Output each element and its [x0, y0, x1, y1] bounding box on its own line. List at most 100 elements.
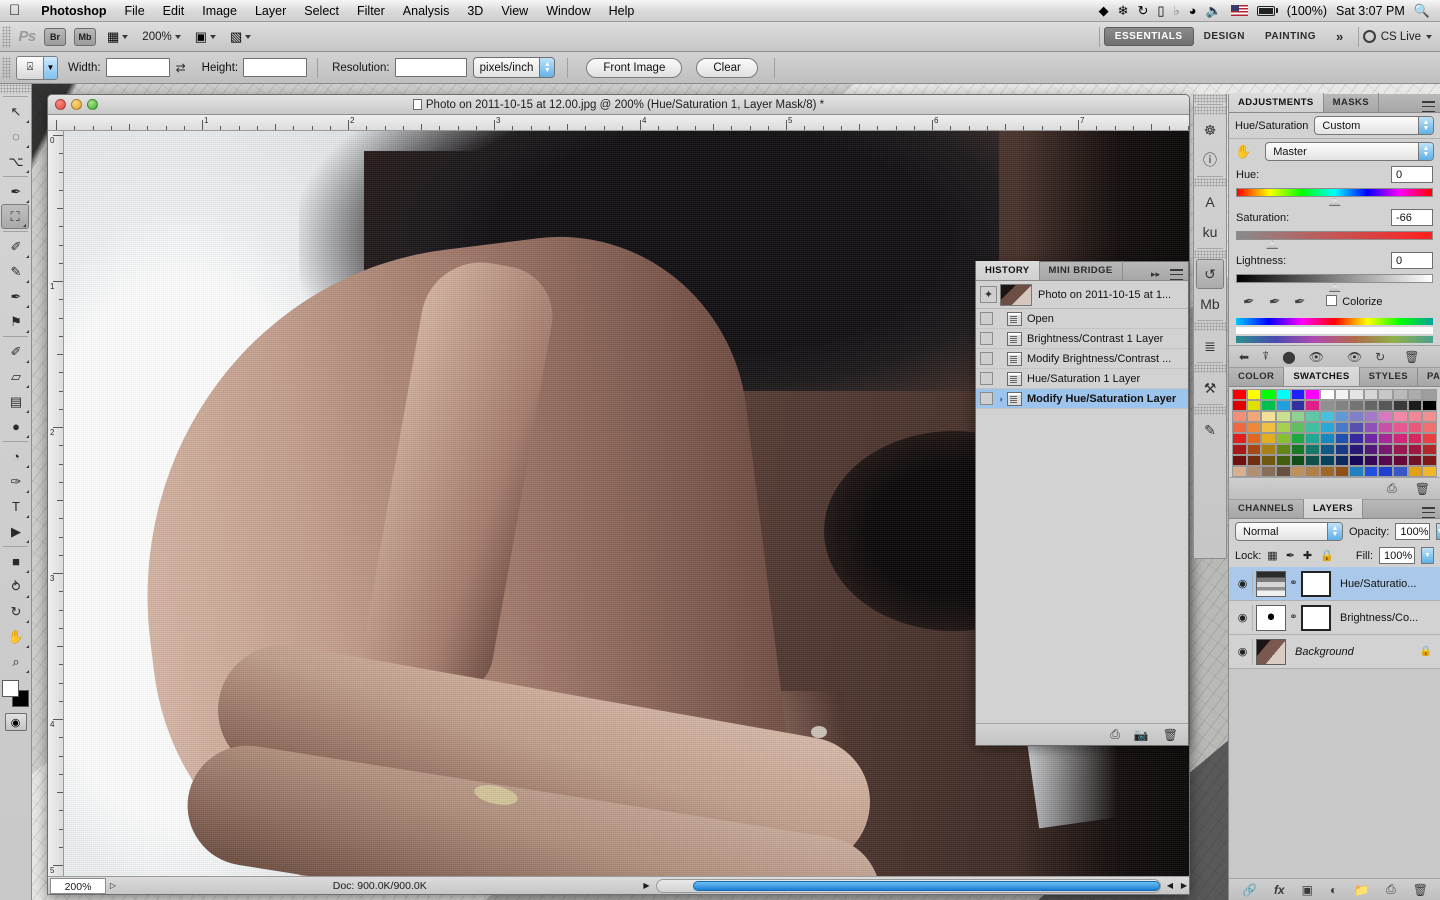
horizontal-ruler[interactable]: 12345678 — [48, 115, 1189, 131]
swatch-cell[interactable] — [1334, 411, 1350, 422]
cs-live-button[interactable]: CS Live — [1362, 30, 1440, 43]
menu-select[interactable]: Select — [295, 4, 348, 18]
crop-tool[interactable]: ⛶ — [1, 204, 29, 229]
swatch-cell[interactable] — [1349, 422, 1364, 433]
lock-transparency-icon[interactable]: ▦ — [1267, 549, 1277, 562]
fill-dropdown-icon[interactable]: ▼ — [1421, 547, 1434, 564]
swatch-cell[interactable] — [1422, 455, 1437, 466]
menu-filter[interactable]: Filter — [348, 4, 394, 18]
swatch-cell[interactable] — [1422, 433, 1437, 444]
kuler-icon[interactable]: ku — [1194, 217, 1226, 247]
swatch-cell[interactable] — [1246, 444, 1262, 455]
swatch-cell[interactable] — [1393, 411, 1408, 422]
history-brush-source-checkbox[interactable] — [980, 352, 993, 365]
layer-name-label[interactable]: Hue/Saturatio... — [1334, 578, 1436, 590]
foreground-color-swatch[interactable] — [2, 680, 19, 697]
tab-history[interactable]: HISTORY — [976, 261, 1040, 280]
tab-color[interactable]: COLOR — [1229, 367, 1285, 386]
swatch-cell[interactable] — [1407, 389, 1423, 400]
menu-file[interactable]: File — [116, 4, 154, 18]
lock-all-icon[interactable]: 🔒 — [1320, 549, 1334, 562]
horizontal-scrollbar[interactable] — [655, 878, 1161, 893]
appbar-grip[interactable] — [2, 25, 11, 48]
opacity-value-input[interactable]: 100% — [1395, 523, 1430, 540]
layer-comps-icon[interactable]: ≣ — [1194, 331, 1226, 361]
scrollbar-thumb[interactable] — [692, 880, 1160, 891]
swatch-cell[interactable] — [1393, 422, 1408, 433]
layer-visibility-eye-icon[interactable]: ◉ — [1233, 638, 1253, 665]
swatch-cell[interactable] — [1246, 400, 1262, 411]
saturation-slider-knob[interactable] — [1266, 241, 1279, 249]
swatch-cell[interactable] — [1305, 433, 1320, 444]
swatch-cell[interactable] — [1232, 411, 1247, 422]
swatch-cell[interactable] — [1349, 455, 1364, 466]
menu-edit[interactable]: Edit — [154, 4, 194, 18]
tools-grip[interactable] — [0, 84, 31, 94]
workspace-painting[interactable]: PAINTING — [1255, 27, 1326, 46]
zoom-tool[interactable]: ⌕ — [1, 649, 31, 674]
status-menu-icon[interactable]: ▷ — [106, 878, 120, 894]
tab-channels[interactable]: CHANNELS — [1229, 499, 1304, 518]
swatch-cell[interactable] — [1422, 466, 1437, 477]
dropbox-icon[interactable]: ◆ — [1099, 4, 1109, 17]
history-snapshot-row[interactable]: ✦ Photo on 2011-10-15 at 1... — [976, 281, 1188, 309]
layer-thumbnail[interactable] — [1256, 570, 1286, 597]
swatch-cell[interactable] — [1275, 389, 1291, 400]
swatch-cell[interactable] — [1378, 411, 1394, 422]
delete-swatch-icon[interactable]: 🗑 — [1415, 482, 1430, 496]
dock-grip[interactable] — [1194, 106, 1226, 115]
swatch-cell[interactable] — [1334, 389, 1350, 400]
arrange-documents-button[interactable]: ▣ — [188, 24, 223, 50]
delete-state-icon[interactable]: 🗑 — [1163, 728, 1178, 742]
layer-row[interactable]: ◉ Background 🔒 — [1229, 635, 1440, 669]
swatch-cell[interactable] — [1232, 422, 1247, 433]
swatch-cell[interactable] — [1407, 433, 1423, 444]
launch-bridge-button[interactable]: Br — [44, 27, 66, 46]
swatch-cell[interactable] — [1275, 433, 1291, 444]
foreground-background-color-swatch[interactable] — [1, 679, 31, 709]
lightness-slider[interactable] — [1236, 274, 1433, 292]
swatch-cell[interactable] — [1363, 466, 1379, 477]
swatch-cell[interactable] — [1349, 400, 1364, 411]
link-layers-icon[interactable]: 🔗 — [1242, 883, 1257, 897]
tab-paths[interactable]: PATHS — [1418, 367, 1440, 386]
swatch-cell[interactable] — [1378, 466, 1394, 477]
history-state-row[interactable]: Hue/Saturation 1 Layer — [976, 369, 1188, 389]
eyedropper-icon[interactable]: ✒ — [1242, 292, 1257, 311]
swatch-cell[interactable] — [1349, 466, 1364, 477]
swatch-cell[interactable] — [1246, 455, 1262, 466]
layer-mask-thumbnail[interactable] — [1301, 570, 1331, 597]
swatch-cell[interactable] — [1275, 400, 1291, 411]
swatch-cell[interactable] — [1393, 389, 1408, 400]
swatch-cell[interactable] — [1261, 389, 1276, 400]
swap-dimensions-icon[interactable]: ⇄ — [176, 61, 186, 75]
crop-height-input[interactable] — [243, 58, 308, 77]
history-icon[interactable]: ↺ — [1196, 259, 1224, 289]
swatch-cell[interactable] — [1407, 466, 1423, 477]
shape-tool[interactable]: ■ — [1, 549, 31, 574]
zoom-level-dropdown[interactable]: 200% — [135, 24, 187, 50]
eyedropper-tool[interactable]: ✐ — [1, 234, 31, 259]
swatch-cell[interactable] — [1290, 466, 1306, 477]
swatch-cell[interactable] — [1261, 422, 1276, 433]
panel-menu-button[interactable] — [1165, 269, 1188, 280]
brush-tool[interactable]: ✒ — [1, 284, 31, 309]
menu-view[interactable]: View — [492, 4, 537, 18]
optionsbar-grip[interactable] — [2, 56, 11, 79]
layer-thumbnail[interactable] — [1256, 604, 1286, 631]
healing-brush-tool[interactable]: ✎ — [1, 259, 31, 284]
clock-label[interactable]: Sat 3:07 PM — [1336, 4, 1405, 18]
eyedropper-add-icon[interactable]: ✒ — [1267, 292, 1282, 311]
hand-tool[interactable]: ✋ — [1, 624, 31, 649]
swatch-cell[interactable] — [1246, 466, 1262, 477]
history-brush-source-toggle[interactable]: ✦ — [980, 286, 997, 303]
resolution-unit-select[interactable]: pixels/inch ▲ ▼ — [472, 57, 556, 78]
layer-thumbnail[interactable] — [1256, 638, 1286, 665]
colorize-checkbox[interactable]: Colorize — [1326, 295, 1383, 308]
clone-stamp-tool[interactable]: ⚑ — [1, 309, 31, 334]
swatch-cell[interactable] — [1422, 389, 1437, 400]
lightness-value-input[interactable]: 0 — [1391, 252, 1433, 269]
display-icon[interactable]: ▯ — [1157, 4, 1164, 17]
history-brush-source-checkbox[interactable] — [980, 372, 993, 385]
history-brush-tool[interactable]: ✐ — [1, 339, 31, 364]
